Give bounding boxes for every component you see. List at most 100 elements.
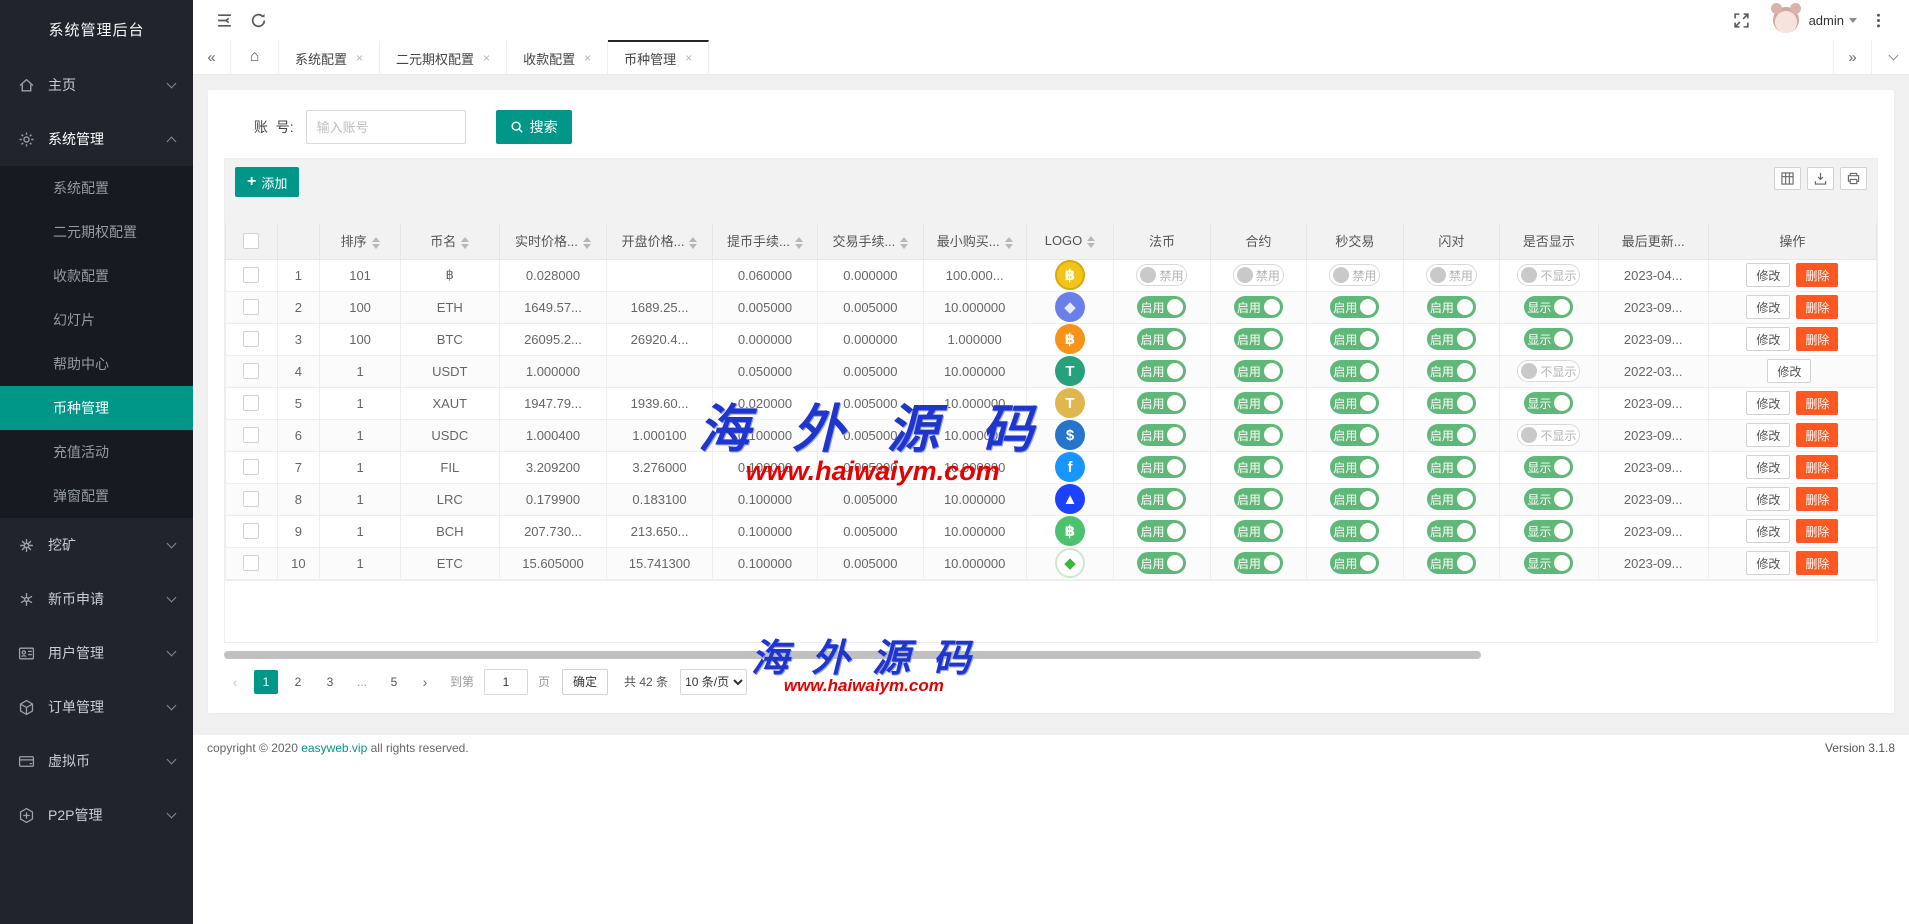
second-trade-toggle[interactable]: 启用: [1330, 552, 1379, 574]
flash-swap-toggle[interactable]: 启用: [1427, 360, 1476, 382]
sort-icon[interactable]: [1087, 236, 1095, 248]
tabs-menu-button[interactable]: [1871, 40, 1909, 74]
flash-swap-toggle[interactable]: 启用: [1427, 520, 1476, 542]
sidebar-subitem[interactable]: 系统配置: [0, 166, 193, 210]
more-menu-icon[interactable]: [1861, 0, 1895, 40]
sort-icon[interactable]: [461, 237, 469, 249]
fiat-toggle[interactable]: 启用: [1137, 424, 1186, 446]
easyweb-link[interactable]: easyweb.vip: [301, 741, 367, 755]
visible-toggle[interactable]: 显示: [1524, 520, 1573, 542]
export-button[interactable]: [1807, 167, 1834, 190]
fiat-toggle[interactable]: 启用: [1137, 328, 1186, 350]
sidebar-item-2[interactable]: 系统管理: [0, 112, 193, 166]
sidebar-item-1[interactable]: 主页: [0, 58, 193, 112]
contract-toggle[interactable]: 启用: [1234, 552, 1283, 574]
edit-button[interactable]: 修改: [1746, 487, 1790, 511]
visible-toggle[interactable]: 显示: [1524, 392, 1573, 414]
page-button-5[interactable]: 5: [382, 670, 406, 694]
tab-home[interactable]: ⌂: [231, 40, 279, 74]
flash-swap-toggle[interactable]: 启用: [1427, 424, 1476, 446]
contract-toggle[interactable]: 启用: [1234, 392, 1283, 414]
row-checkbox[interactable]: [243, 459, 259, 475]
add-button[interactable]: + 添加: [235, 167, 299, 197]
scrollbar-thumb[interactable]: [224, 651, 1481, 659]
page-button-3[interactable]: 3: [318, 670, 342, 694]
flash-swap-toggle[interactable]: 启用: [1427, 328, 1476, 350]
visible-toggle[interactable]: 显示: [1524, 552, 1573, 574]
print-button[interactable]: [1840, 167, 1867, 190]
search-button[interactable]: 搜索: [496, 110, 572, 144]
second-trade-toggle[interactable]: 启用: [1330, 360, 1379, 382]
second-trade-toggle[interactable]: 启用: [1330, 456, 1379, 478]
edit-button[interactable]: 修改: [1746, 423, 1790, 447]
second-trade-toggle[interactable]: 启用: [1330, 328, 1379, 350]
second-trade-toggle[interactable]: 启用: [1330, 488, 1379, 510]
visible-toggle[interactable]: 显示: [1524, 296, 1573, 318]
edit-button[interactable]: 修改: [1746, 295, 1790, 319]
sidebar-item-7[interactable]: 虚拟币: [0, 734, 193, 788]
refresh-icon[interactable]: [241, 0, 275, 40]
delete-button[interactable]: 删除: [1796, 263, 1838, 287]
fiat-toggle[interactable]: 启用: [1137, 520, 1186, 542]
visible-toggle[interactable]: 显示: [1524, 488, 1573, 510]
page-button-2[interactable]: 2: [286, 670, 310, 694]
select-all-checkbox[interactable]: [243, 233, 259, 249]
edit-button[interactable]: 修改: [1746, 551, 1790, 575]
edit-button[interactable]: 修改: [1746, 391, 1790, 415]
close-icon[interactable]: ×: [685, 51, 692, 65]
edit-button[interactable]: 修改: [1767, 359, 1811, 383]
row-checkbox[interactable]: [243, 427, 259, 443]
fiat-toggle[interactable]: 启用: [1137, 392, 1186, 414]
visible-toggle[interactable]: 不显示: [1517, 264, 1580, 286]
edit-button[interactable]: 修改: [1746, 519, 1790, 543]
close-icon[interactable]: ×: [483, 51, 490, 65]
visible-toggle[interactable]: 显示: [1524, 456, 1573, 478]
prev-page-button[interactable]: ‹: [224, 670, 246, 694]
fiat-toggle[interactable]: 禁用: [1136, 264, 1187, 286]
fiat-toggle[interactable]: 启用: [1137, 552, 1186, 574]
sidebar-subitem[interactable]: 币种管理: [0, 386, 193, 430]
avatar[interactable]: [1773, 7, 1799, 33]
sort-icon[interactable]: [372, 237, 380, 249]
collapse-sidebar-icon[interactable]: [207, 0, 241, 40]
user-menu[interactable]: admin: [1809, 13, 1857, 28]
sidebar-subitem[interactable]: 收款配置: [0, 254, 193, 298]
sidebar-subitem[interactable]: 二元期权配置: [0, 210, 193, 254]
visible-toggle[interactable]: 不显示: [1517, 424, 1580, 446]
fullscreen-icon[interactable]: [1725, 0, 1759, 40]
tabs-scroll-left-button[interactable]: «: [193, 40, 231, 74]
row-checkbox[interactable]: [243, 331, 259, 347]
row-checkbox[interactable]: [243, 555, 259, 571]
row-checkbox[interactable]: [243, 523, 259, 539]
visible-toggle[interactable]: 显示: [1524, 328, 1573, 350]
close-icon[interactable]: ×: [584, 51, 591, 65]
delete-button[interactable]: 删除: [1796, 551, 1838, 575]
sidebar-item-8[interactable]: P2P管理: [0, 788, 193, 842]
sidebar-subitem[interactable]: 弹窗配置: [0, 474, 193, 518]
flash-swap-toggle[interactable]: 启用: [1427, 392, 1476, 414]
jump-confirm-button[interactable]: 确定: [562, 669, 608, 695]
delete-button[interactable]: 删除: [1796, 455, 1838, 479]
delete-button[interactable]: 删除: [1796, 519, 1838, 543]
close-icon[interactable]: ×: [356, 51, 363, 65]
delete-button[interactable]: 删除: [1796, 327, 1838, 351]
flash-swap-toggle[interactable]: 启用: [1427, 456, 1476, 478]
account-input[interactable]: [306, 110, 466, 144]
contract-toggle[interactable]: 启用: [1234, 360, 1283, 382]
flash-swap-toggle[interactable]: 禁用: [1426, 264, 1477, 286]
fiat-toggle[interactable]: 启用: [1137, 360, 1186, 382]
sort-icon[interactable]: [1005, 237, 1013, 249]
page-button-1[interactable]: 1: [254, 670, 278, 694]
second-trade-toggle[interactable]: 启用: [1330, 424, 1379, 446]
second-trade-toggle[interactable]: 启用: [1330, 392, 1379, 414]
row-checkbox[interactable]: [243, 491, 259, 507]
tab-系统配置[interactable]: 系统配置×: [279, 40, 380, 74]
row-checkbox[interactable]: [243, 267, 259, 283]
second-trade-toggle[interactable]: 启用: [1330, 296, 1379, 318]
flash-swap-toggle[interactable]: 启用: [1427, 296, 1476, 318]
columns-toggle-button[interactable]: [1774, 167, 1801, 190]
fiat-toggle[interactable]: 启用: [1137, 456, 1186, 478]
sort-icon[interactable]: [795, 237, 803, 249]
sidebar-subitem[interactable]: 帮助中心: [0, 342, 193, 386]
contract-toggle[interactable]: 启用: [1234, 520, 1283, 542]
